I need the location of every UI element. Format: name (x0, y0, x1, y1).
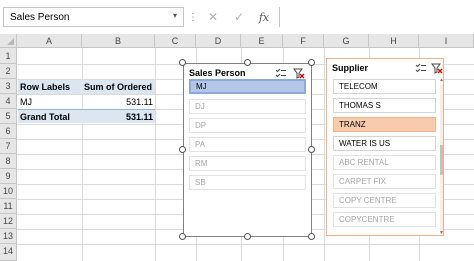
chevron-up-icon[interactable]: ▲ (439, 77, 444, 83)
row-header-9[interactable]: 9 (0, 169, 17, 184)
select-all-button[interactable] (0, 34, 17, 48)
row-header-8[interactable]: 8 (0, 154, 17, 169)
row-header-12[interactable]: 12 (0, 214, 17, 229)
slicer-item[interactable]: THOMAS S (333, 98, 436, 113)
resize-handle[interactable] (308, 146, 315, 153)
row-header-5[interactable]: 5 (0, 109, 17, 124)
slicer-item[interactable]: SB (189, 175, 306, 190)
column-header-g[interactable]: G (324, 34, 369, 48)
slicer-supplier[interactable]: Supplier TELECOM THOMAS S TRANZ WATER IS… (326, 58, 444, 236)
slicer-title: Sales Person (189, 68, 246, 78)
slicer-item[interactable]: CARPET FIX (333, 174, 436, 189)
resize-handle[interactable] (244, 59, 251, 66)
column-header-i[interactable]: I (419, 34, 474, 48)
cancel-button[interactable]: ✕ (203, 9, 223, 25)
column-header-e[interactable]: E (241, 34, 283, 48)
resize-handle[interactable] (308, 59, 315, 66)
pivot-row-value[interactable]: 531.11 (82, 95, 155, 109)
slicer-item[interactable]: COPYCENTRE (333, 212, 436, 227)
slicer-title: Supplier (332, 63, 369, 73)
column-header-d[interactable]: D (196, 34, 241, 48)
column-header-h[interactable]: H (369, 34, 419, 48)
row-header-14[interactable]: 14 (0, 244, 17, 261)
column-header-f[interactable]: F (283, 34, 324, 48)
resize-handle[interactable] (244, 233, 251, 240)
scrollbar-thumb[interactable] (440, 145, 443, 175)
row-header-4[interactable]: 4 (0, 94, 17, 109)
slicer-item[interactable]: TELECOM (333, 79, 436, 94)
slicer-item[interactable]: WATER IS US (333, 136, 436, 151)
resize-handle[interactable] (308, 233, 315, 240)
resize-handle[interactable] (179, 233, 186, 240)
pivot-grand-total-value[interactable]: 531.11 (82, 109, 155, 123)
slicer-item[interactable]: PA (189, 137, 306, 152)
row-header-11[interactable]: 11 (0, 199, 17, 214)
pivot-row-label[interactable]: MJ (18, 95, 82, 109)
row-header-13[interactable]: 13 (0, 229, 17, 244)
check-icon: ✓ (233, 10, 245, 24)
slicer-sales-person[interactable]: Sales Person MJ DJ DP PA RM SB (183, 63, 312, 237)
insert-function-button[interactable]: fx (254, 9, 274, 25)
resize-handle[interactable] (179, 146, 186, 153)
slicer-item[interactable]: DJ (189, 99, 306, 114)
gridline (17, 244, 474, 245)
formula-bar: Sales Person ▾ ⋮ ✕ ✓ fx (0, 0, 474, 34)
slicer-item[interactable]: ABC RENTAL (333, 155, 436, 170)
row-header-3[interactable]: 3 (0, 79, 17, 94)
row-header-2[interactable]: 2 (0, 64, 17, 79)
slicer-item[interactable]: RM (189, 156, 306, 171)
pivot-row-labels-header[interactable]: Row Labels ⊤ (18, 80, 82, 94)
slicer-item[interactable]: TRANZ (333, 117, 436, 132)
pivot-value-header[interactable]: Sum of Ordered (82, 80, 155, 94)
multi-select-icon[interactable] (274, 67, 288, 79)
enter-button[interactable]: ✓ (229, 9, 249, 25)
column-header-c[interactable]: C (155, 34, 196, 48)
name-box[interactable]: Sales Person ▾ (3, 7, 184, 27)
slicer-item[interactable]: DP (189, 118, 306, 133)
pivot-grand-total-label[interactable]: Grand Total (18, 109, 82, 123)
more-options-icon[interactable]: ⋮ (188, 12, 199, 23)
multi-select-icon[interactable] (414, 62, 428, 74)
formula-input[interactable] (279, 7, 474, 27)
resize-handle[interactable] (179, 59, 186, 66)
clear-filter-icon[interactable] (430, 62, 444, 74)
row-header-1[interactable]: 1 (0, 48, 17, 64)
function-icon: fx (258, 10, 270, 24)
chevron-down-icon[interactable]: ▾ (173, 11, 177, 20)
column-header-a[interactable]: A (17, 34, 82, 48)
slicer-scrollbar[interactable]: ▲ ▼ (439, 77, 444, 236)
name-box-value: Sales Person (10, 11, 70, 23)
close-icon: ✕ (207, 10, 219, 24)
clear-filter-icon[interactable] (292, 67, 306, 79)
slicer-item[interactable]: COPY CENTRE (333, 193, 436, 208)
row-header-10[interactable]: 10 (0, 184, 17, 199)
slicer-item[interactable]: MJ (189, 79, 306, 94)
row-header-7[interactable]: 7 (0, 139, 17, 154)
chevron-down-icon[interactable]: ▼ (439, 230, 444, 236)
column-header-b[interactable]: B (82, 34, 155, 48)
row-header-6[interactable]: 6 (0, 124, 17, 139)
